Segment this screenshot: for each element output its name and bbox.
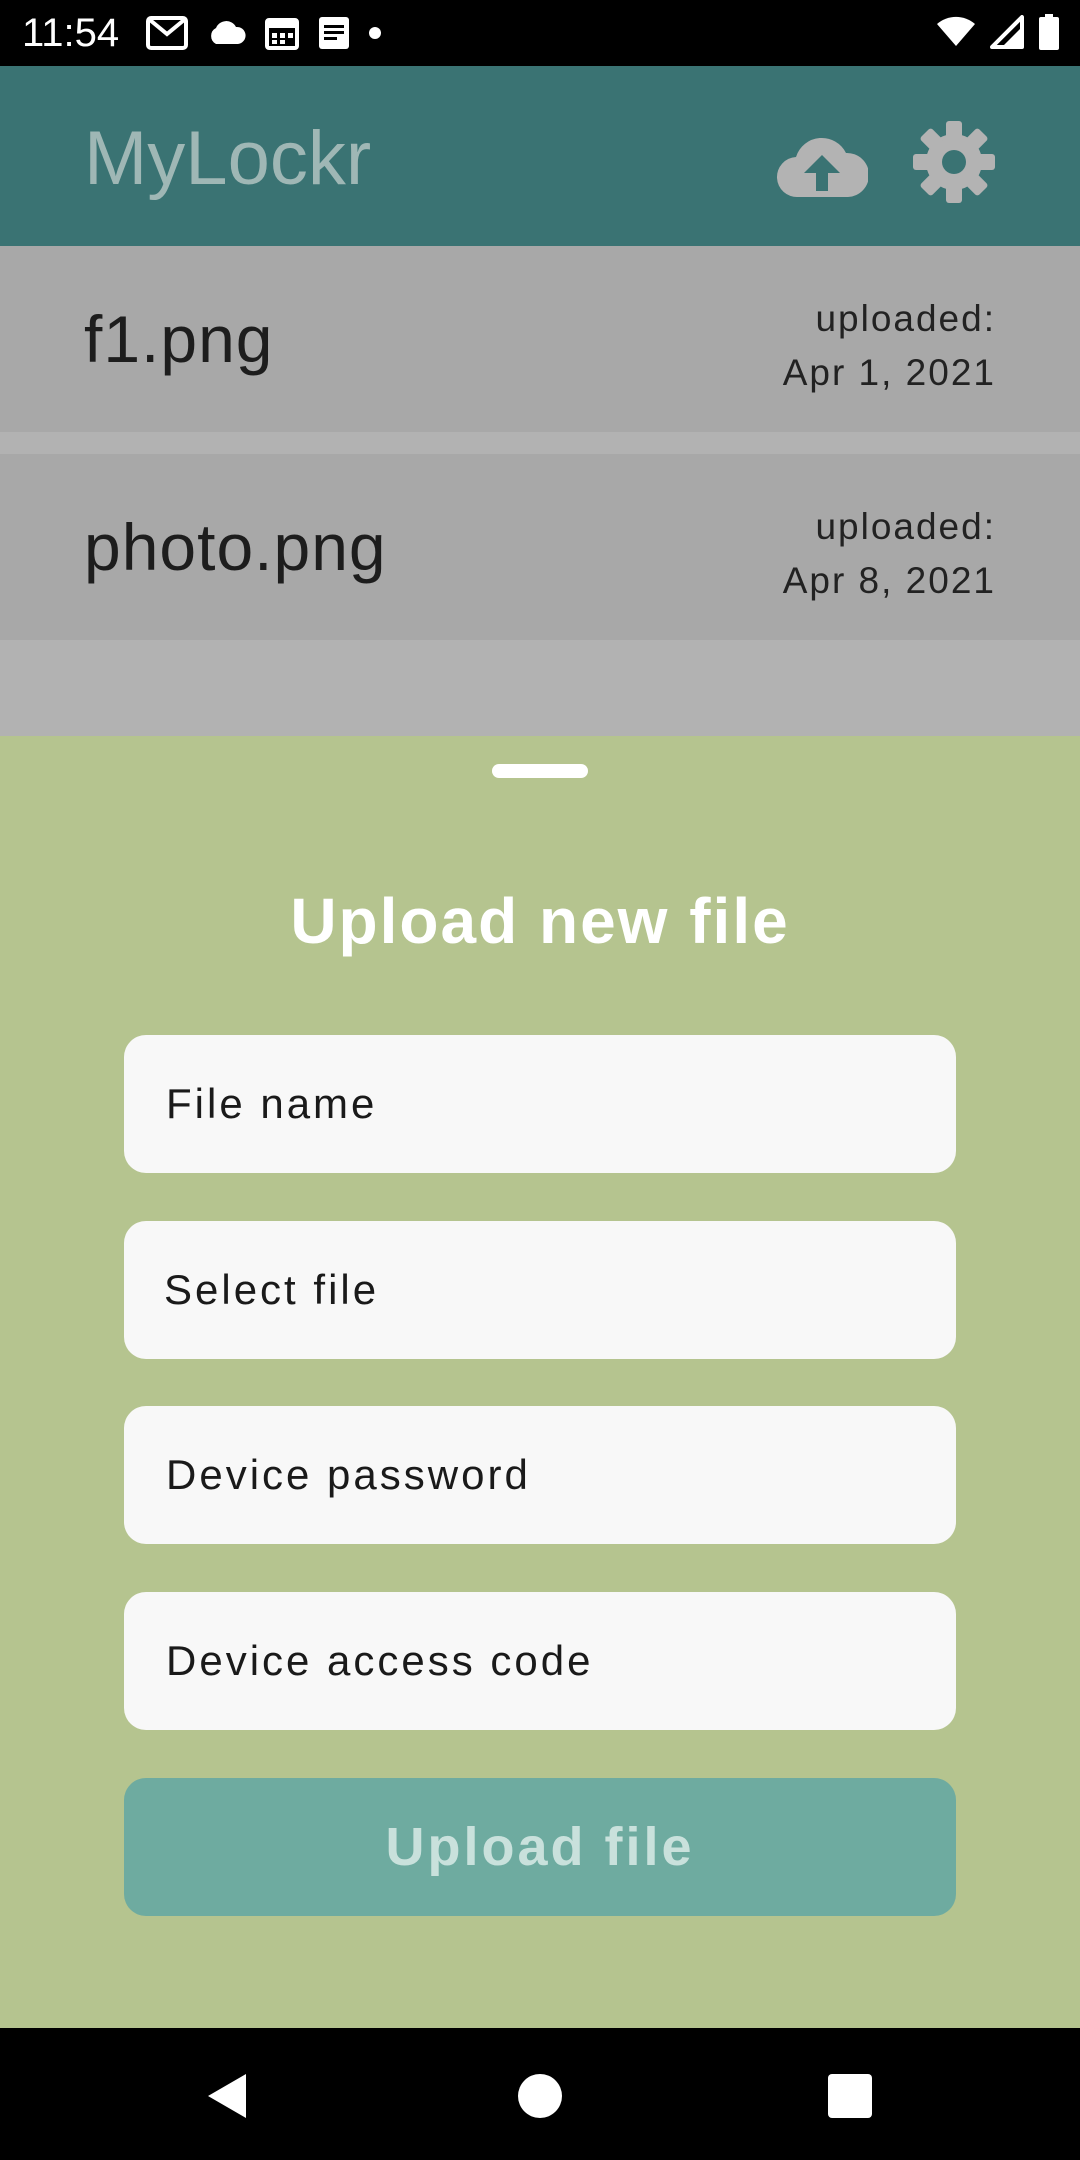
- upload-date: Apr 8, 2021: [782, 560, 996, 601]
- upload-action-button[interactable]: [776, 120, 868, 212]
- gmail-icon: [146, 16, 188, 50]
- file-list-item[interactable]: f1.png uploaded: Apr 1, 2021: [0, 246, 1080, 432]
- dot-icon: [369, 27, 381, 39]
- select-file-button[interactable]: Select file: [124, 1221, 956, 1359]
- calendar-icon: [265, 18, 299, 50]
- device-password-field[interactable]: [124, 1406, 956, 1544]
- gear-icon: [913, 121, 995, 203]
- sheet-title: Upload new file: [290, 885, 790, 957]
- device-access-code-input[interactable]: [164, 1636, 916, 1686]
- signal-icon: [990, 15, 1024, 49]
- file-name: photo.png: [84, 510, 387, 584]
- upload-bottom-sheet: Upload new file Select file Upload file: [0, 736, 1080, 2028]
- file-upload-info: uploaded: Apr 1, 2021: [783, 292, 996, 400]
- back-icon[interactable]: [206, 2072, 248, 2120]
- upload-date: Apr 1, 2021: [782, 352, 996, 393]
- select-file-label: Select file: [164, 1266, 380, 1313]
- battery-icon: [1039, 14, 1059, 50]
- file-name: f1.png: [84, 302, 274, 376]
- home-icon[interactable]: [518, 2074, 562, 2118]
- system-nav-bar: [0, 2028, 1080, 2160]
- cloud-icon: [211, 21, 246, 44]
- status-bar: 11:54: [0, 0, 1080, 66]
- device-access-code-field[interactable]: [124, 1592, 956, 1730]
- file-name-field[interactable]: [124, 1035, 956, 1173]
- recents-icon[interactable]: [828, 2074, 872, 2118]
- device-password-input[interactable]: [164, 1450, 916, 1500]
- upload-file-label: Upload file: [385, 1817, 695, 1877]
- file-upload-info: uploaded: Apr 8, 2021: [783, 500, 996, 608]
- sheet-drag-handle[interactable]: [492, 764, 588, 778]
- app-bar: MyLockr: [0, 66, 1080, 246]
- upload-file-button[interactable]: Upload file: [124, 1778, 956, 1916]
- uploaded-label: uploaded:: [815, 298, 996, 339]
- cloud-upload-icon: [776, 137, 868, 198]
- notification-icons: [146, 14, 382, 52]
- status-time: 11:54: [22, 11, 120, 55]
- file-list: f1.png uploaded: Apr 1, 2021 photo.png u…: [0, 246, 1080, 736]
- system-icons: [936, 12, 1060, 52]
- uploaded-label: uploaded:: [815, 506, 996, 547]
- file-name-input[interactable]: [164, 1079, 916, 1129]
- settings-button[interactable]: [908, 112, 1000, 212]
- app-title: MyLockr: [84, 116, 372, 201]
- wifi-icon: [937, 16, 975, 46]
- notes-icon: [319, 17, 349, 49]
- file-list-item[interactable]: photo.png uploaded: Apr 8, 2021: [0, 454, 1080, 640]
